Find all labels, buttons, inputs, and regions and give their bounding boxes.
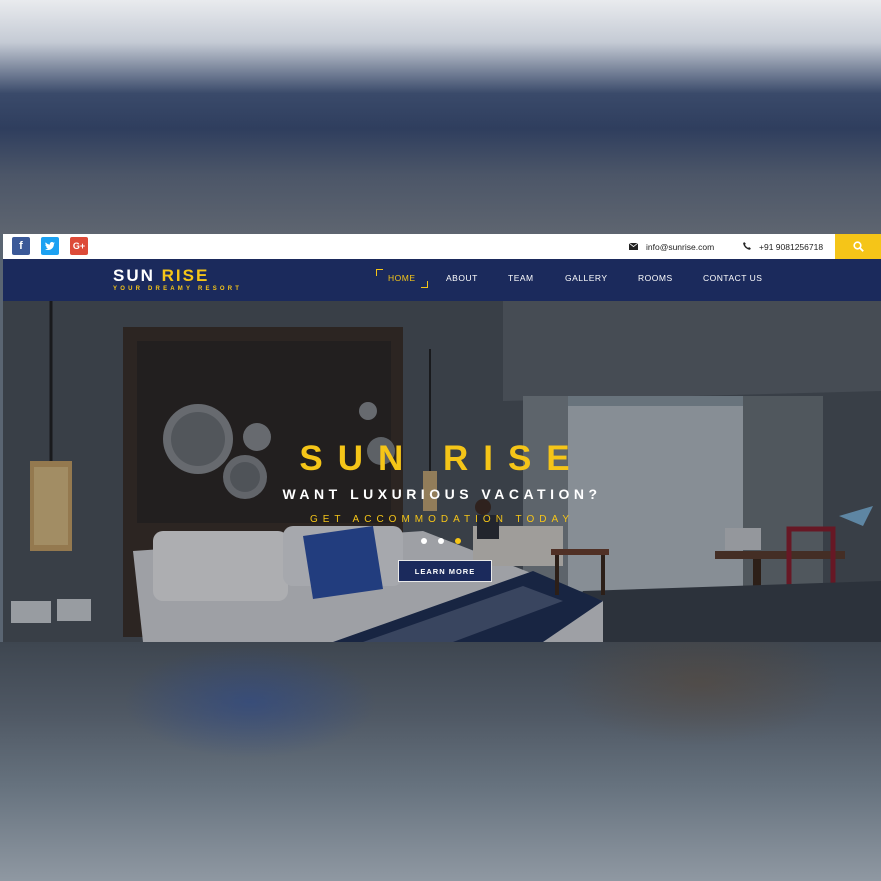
nav-about[interactable]: ABOUT xyxy=(446,273,478,283)
website-screenshot: f G+ info@sunrise.com +91 9081256718 SUN… xyxy=(3,234,881,642)
email-text: info@sunrise.com xyxy=(646,241,715,252)
slider-dot-1[interactable] xyxy=(421,538,427,544)
contact-email[interactable]: info@sunrise.com xyxy=(628,234,715,259)
slider-dots xyxy=(421,538,461,544)
twitter-bird-icon xyxy=(45,241,55,250)
envelope-icon xyxy=(628,242,639,252)
twitter-icon[interactable] xyxy=(41,237,59,255)
logo-tagline: YOUR DREAMY RESORT xyxy=(113,286,243,292)
main-navbar: SUN RISE YOUR DREAMY RESORT HOME ABOUT T… xyxy=(3,259,881,301)
contact-phone[interactable]: +91 9081256718 xyxy=(743,234,823,259)
site-logo[interactable]: SUN RISE xyxy=(113,266,209,286)
hero-subtitle: WANT LUXURIOUS VACATION? xyxy=(282,486,602,502)
phone-icon xyxy=(743,241,751,252)
facebook-icon[interactable]: f xyxy=(12,237,30,255)
logo-word-accent: RISE xyxy=(161,266,210,285)
top-info-bar: f G+ info@sunrise.com +91 9081256718 xyxy=(3,234,881,259)
logo-word-main: SUN xyxy=(113,266,155,285)
nav-contact-us[interactable]: CONTACT US xyxy=(703,273,762,283)
search-icon xyxy=(852,241,864,252)
nav-gallery[interactable]: GALLERY xyxy=(565,273,608,283)
nav-team[interactable]: TEAM xyxy=(508,273,534,283)
hero-tagline: GET ACCOMMODATION TODAY xyxy=(309,514,575,525)
search-button[interactable] xyxy=(835,234,881,259)
slider-dot-3[interactable] xyxy=(455,538,461,544)
nav-rooms[interactable]: ROOMS xyxy=(638,273,673,283)
slider-dot-2[interactable] xyxy=(438,538,444,544)
hero-slider: SUN RISE WANT LUXURIOUS VACATION? GET AC… xyxy=(3,301,881,642)
blurred-backdrop-top xyxy=(0,0,881,234)
hero-title: SUN RISE xyxy=(299,439,585,478)
learn-more-button[interactable]: LEARN MORE xyxy=(398,560,492,582)
blurred-backdrop-bottom xyxy=(0,642,881,881)
google-plus-icon[interactable]: G+ xyxy=(70,237,88,255)
phone-text: +91 9081256718 xyxy=(759,241,824,252)
nav-home[interactable]: HOME xyxy=(376,269,427,288)
